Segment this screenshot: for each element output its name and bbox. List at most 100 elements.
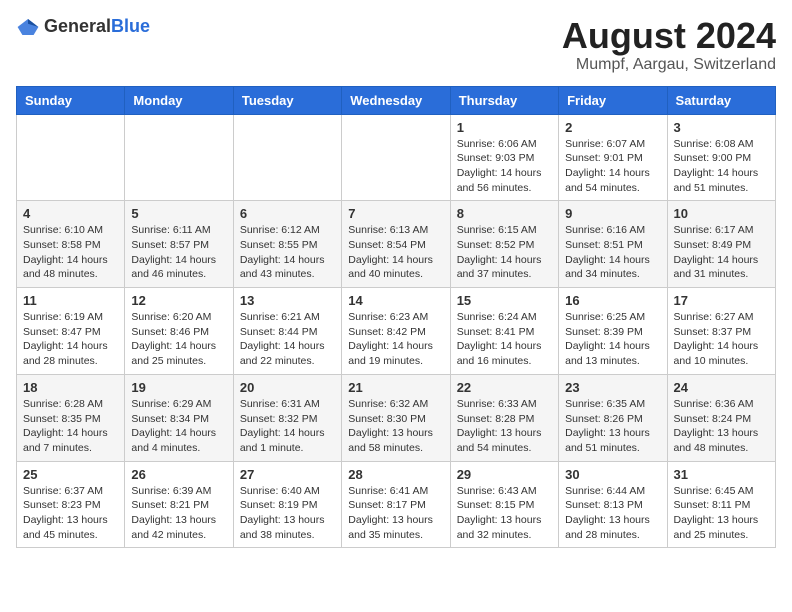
- day-of-week-header: Friday: [559, 86, 667, 114]
- calendar-cell: 19 Sunrise: 6:29 AMSunset: 8:34 PMDayligh…: [125, 374, 233, 461]
- day-of-week-header: Monday: [125, 86, 233, 114]
- day-number: 12: [131, 293, 226, 308]
- day-of-week-header: Sunday: [17, 86, 125, 114]
- title-block: August 2024 Mumpf, Aargau, Switzerland: [562, 16, 776, 74]
- day-info: Sunrise: 6:31 AMSunset: 8:32 PMDaylight:…: [240, 397, 335, 456]
- calendar-cell: 10 Sunrise: 6:17 AMSunset: 8:49 PMDayligh…: [667, 201, 775, 288]
- day-number: 1: [457, 120, 552, 135]
- main-title: August 2024: [562, 16, 776, 56]
- calendar-cell: 18 Sunrise: 6:28 AMSunset: 8:35 PMDayligh…: [17, 374, 125, 461]
- day-number: 6: [240, 206, 335, 221]
- calendar-cell: 16Sunrise: 6:25 AMSunset: 8:39 PMDayligh…: [559, 288, 667, 375]
- day-number: 29: [457, 467, 552, 482]
- day-info: Sunrise: 6:19 AMSunset: 8:47 PMDaylight:…: [23, 310, 118, 369]
- calendar-cell: 15 Sunrise: 6:24 AMSunset: 8:41 PMDayligh…: [450, 288, 558, 375]
- calendar-cell: 30 Sunrise: 6:44 AMSunset: 8:13 PMDayligh…: [559, 461, 667, 548]
- day-number: 25: [23, 467, 118, 482]
- day-info: Sunrise: 6:15 AMSunset: 8:52 PMDaylight:…: [457, 223, 552, 282]
- calendar-cell: 14 Sunrise: 6:23 AMSunset: 8:42 PMDayligh…: [342, 288, 450, 375]
- day-number: 24: [674, 380, 769, 395]
- day-number: 8: [457, 206, 552, 221]
- day-info: Sunrise: 6:43 AMSunset: 8:15 PMDaylight:…: [457, 484, 552, 543]
- day-of-week-header: Wednesday: [342, 86, 450, 114]
- day-info: Sunrise: 6:40 AMSunset: 8:19 PMDaylight:…: [240, 484, 335, 543]
- day-number: 10: [674, 206, 769, 221]
- day-number: 19: [131, 380, 226, 395]
- calendar-cell: 21 Sunrise: 6:32 AMSunset: 8:30 PMDayligh…: [342, 374, 450, 461]
- logo: GeneralBlue: [16, 16, 150, 37]
- day-info: Sunrise: 6:32 AMSunset: 8:30 PMDaylight:…: [348, 397, 443, 456]
- day-info: Sunrise: 6:08 AMSunset: 9:00 PMDaylight:…: [674, 137, 769, 196]
- sub-title: Mumpf, Aargau, Switzerland: [562, 56, 776, 74]
- day-info: Sunrise: 6:27 AMSunset: 8:37 PMDaylight:…: [674, 310, 769, 369]
- calendar-cell: 29 Sunrise: 6:43 AMSunset: 8:15 PMDayligh…: [450, 461, 558, 548]
- day-number: 28: [348, 467, 443, 482]
- day-number: 4: [23, 206, 118, 221]
- day-number: 11: [23, 293, 118, 308]
- day-number: 27: [240, 467, 335, 482]
- day-info: Sunrise: 6:44 AMSunset: 8:13 PMDaylight:…: [565, 484, 660, 543]
- day-info: Sunrise: 6:13 AMSunset: 8:54 PMDaylight:…: [348, 223, 443, 282]
- day-info: Sunrise: 6:16 AMSunset: 8:51 PMDaylight:…: [565, 223, 660, 282]
- day-info: Sunrise: 6:35 AMSunset: 8:26 PMDaylight:…: [565, 397, 660, 456]
- day-info: Sunrise: 6:07 AMSunset: 9:01 PMDaylight:…: [565, 137, 660, 196]
- day-number: 15: [457, 293, 552, 308]
- calendar-cell: [233, 114, 341, 201]
- day-info: Sunrise: 6:24 AMSunset: 8:41 PMDaylight:…: [457, 310, 552, 369]
- day-info: Sunrise: 6:11 AMSunset: 8:57 PMDaylight:…: [131, 223, 226, 282]
- day-info: Sunrise: 6:33 AMSunset: 8:28 PMDaylight:…: [457, 397, 552, 456]
- calendar-cell: 4 Sunrise: 6:10 AMSunset: 8:58 PMDaylight…: [17, 201, 125, 288]
- day-number: 20: [240, 380, 335, 395]
- day-of-week-header: Tuesday: [233, 86, 341, 114]
- day-info: Sunrise: 6:36 AMSunset: 8:24 PMDaylight:…: [674, 397, 769, 456]
- day-number: 31: [674, 467, 769, 482]
- calendar-week-row: 25 Sunrise: 6:37 AMSunset: 8:23 PMDayligh…: [17, 461, 776, 548]
- calendar-cell: 17Sunrise: 6:27 AMSunset: 8:37 PMDayligh…: [667, 288, 775, 375]
- calendar-cell: 9Sunrise: 6:16 AMSunset: 8:51 PMDaylight…: [559, 201, 667, 288]
- calendar-cell: 22 Sunrise: 6:33 AMSunset: 8:28 PMDayligh…: [450, 374, 558, 461]
- day-info: Sunrise: 6:37 AMSunset: 8:23 PMDaylight:…: [23, 484, 118, 543]
- day-number: 7: [348, 206, 443, 221]
- day-number: 30: [565, 467, 660, 482]
- calendar-cell: [17, 114, 125, 201]
- calendar-table: SundayMondayTuesdayWednesdayThursdayFrid…: [16, 86, 776, 549]
- day-number: 18: [23, 380, 118, 395]
- day-number: 22: [457, 380, 552, 395]
- calendar-cell: 12Sunrise: 6:20 AMSunset: 8:46 PMDayligh…: [125, 288, 233, 375]
- day-number: 2: [565, 120, 660, 135]
- day-info: Sunrise: 6:23 AMSunset: 8:42 PMDaylight:…: [348, 310, 443, 369]
- day-info: Sunrise: 6:28 AMSunset: 8:35 PMDaylight:…: [23, 397, 118, 456]
- day-number: 23: [565, 380, 660, 395]
- calendar-week-row: 11 Sunrise: 6:19 AMSunset: 8:47 PMDayligh…: [17, 288, 776, 375]
- calendar-cell: 13 Sunrise: 6:21 AMSunset: 8:44 PMDayligh…: [233, 288, 341, 375]
- day-info: Sunrise: 6:21 AMSunset: 8:44 PMDaylight:…: [240, 310, 335, 369]
- calendar-cell: [342, 114, 450, 201]
- day-number: 14: [348, 293, 443, 308]
- calendar-cell: 1Sunrise: 6:06 AMSunset: 9:03 PMDaylight…: [450, 114, 558, 201]
- calendar-cell: 20 Sunrise: 6:31 AMSunset: 8:32 PMDayligh…: [233, 374, 341, 461]
- calendar-cell: 27 Sunrise: 6:40 AMSunset: 8:19 PMDayligh…: [233, 461, 341, 548]
- calendar-cell: 26Sunrise: 6:39 AMSunset: 8:21 PMDayligh…: [125, 461, 233, 548]
- day-info: Sunrise: 6:41 AMSunset: 8:17 PMDaylight:…: [348, 484, 443, 543]
- calendar-cell: 7 Sunrise: 6:13 AMSunset: 8:54 PMDaylight…: [342, 201, 450, 288]
- page-header: GeneralBlue August 2024 Mumpf, Aargau, S…: [16, 16, 776, 74]
- day-info: Sunrise: 6:12 AMSunset: 8:55 PMDaylight:…: [240, 223, 335, 282]
- calendar-week-row: 18 Sunrise: 6:28 AMSunset: 8:35 PMDayligh…: [17, 374, 776, 461]
- calendar-cell: 2 Sunrise: 6:07 AMSunset: 9:01 PMDaylight…: [559, 114, 667, 201]
- day-number: 13: [240, 293, 335, 308]
- day-info: Sunrise: 6:45 AMSunset: 8:11 PMDaylight:…: [674, 484, 769, 543]
- day-info: Sunrise: 6:17 AMSunset: 8:49 PMDaylight:…: [674, 223, 769, 282]
- calendar-cell: 28 Sunrise: 6:41 AMSunset: 8:17 PMDayligh…: [342, 461, 450, 548]
- day-info: Sunrise: 6:25 AMSunset: 8:39 PMDaylight:…: [565, 310, 660, 369]
- calendar-cell: 3 Sunrise: 6:08 AMSunset: 9:00 PMDaylight…: [667, 114, 775, 201]
- day-number: 21: [348, 380, 443, 395]
- logo-icon: [16, 17, 40, 37]
- day-number: 26: [131, 467, 226, 482]
- calendar-week-row: 4 Sunrise: 6:10 AMSunset: 8:58 PMDaylight…: [17, 201, 776, 288]
- day-number: 3: [674, 120, 769, 135]
- day-of-week-header: Saturday: [667, 86, 775, 114]
- calendar-cell: 8 Sunrise: 6:15 AMSunset: 8:52 PMDaylight…: [450, 201, 558, 288]
- day-info: Sunrise: 6:29 AMSunset: 8:34 PMDaylight:…: [131, 397, 226, 456]
- day-info: Sunrise: 6:10 AMSunset: 8:58 PMDaylight:…: [23, 223, 118, 282]
- calendar-cell: 25 Sunrise: 6:37 AMSunset: 8:23 PMDayligh…: [17, 461, 125, 548]
